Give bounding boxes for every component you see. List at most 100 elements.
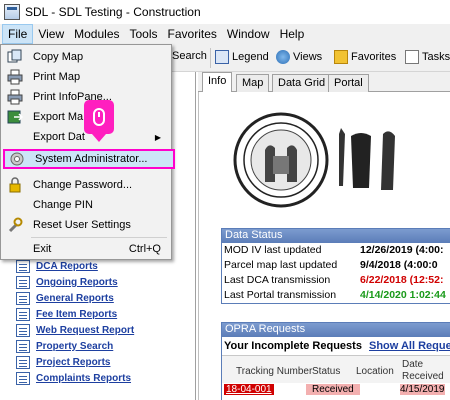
county-seal-image	[233, 112, 395, 208]
column-header[interactable]: Status	[312, 366, 340, 377]
table-row[interactable]: 18-04-001 Received 4/15/2019	[222, 383, 450, 397]
menu-item-label: Copy Map	[33, 51, 84, 63]
show-all-requests-link[interactable]: Show All Reques	[369, 340, 450, 352]
legend-button[interactable]: Legend	[215, 50, 269, 64]
toolbar-separator	[210, 48, 211, 68]
menu-item-label: Exit	[33, 243, 52, 255]
side-link-label: Complaints Reports	[36, 373, 132, 384]
opra-title: OPRA Requests	[222, 323, 450, 337]
menu-file[interactable]: File	[2, 24, 34, 44]
menu-favorites[interactable]: Favorites	[163, 24, 222, 44]
mouse-click-indicator-icon	[84, 100, 114, 142]
views-icon	[276, 50, 290, 64]
menu-item-copy-map[interactable]: Copy Map	[3, 47, 169, 67]
tab-map[interactable]: Map	[236, 74, 270, 92]
date-cell: 4/15/2019	[400, 384, 445, 395]
menu-item-label: Export Ma	[33, 111, 84, 123]
info-pane: Data Status MOD IV last updated 12/26/201…	[198, 92, 450, 400]
menu-item-label: Export Dat	[33, 131, 85, 143]
copy-map-icon	[7, 49, 23, 65]
favorites-label: Favorites	[351, 51, 397, 63]
opra-panel: OPRA Requests Your Incomplete Requests S…	[221, 322, 450, 400]
window-title: SDL - SDL Testing - Construction	[25, 5, 201, 19]
data-status-row: Parcel map last updated 9/4/2018 (4:00:0	[222, 258, 450, 273]
side-link-ongoing-reports[interactable]: Ongoing Reports	[16, 276, 118, 289]
data-status-value: 4/14/2020 1:02:44	[360, 289, 446, 301]
menu-item-label: Change PIN	[33, 199, 93, 211]
side-link-label: DCA Reports	[36, 261, 98, 272]
side-link-label: General Reports	[36, 293, 114, 304]
side-link-dca-reports[interactable]: DCA Reports	[16, 260, 98, 273]
report-icon	[16, 308, 30, 321]
mouse-icon	[93, 108, 105, 126]
tab-portal[interactable]: Portal	[328, 74, 369, 92]
side-link-property-search[interactable]: Property Search	[16, 340, 113, 353]
tasks-button[interactable]: Tasks	[405, 50, 450, 64]
tasks-icon	[405, 50, 419, 64]
column-header[interactable]: Date Received	[402, 359, 446, 383]
side-link-label: Project Reports	[36, 357, 111, 368]
menu-item-reset-user-settings[interactable]: Reset User Settings	[3, 215, 169, 235]
menu-window[interactable]: Window	[222, 24, 275, 44]
title-bar: SDL - SDL Testing - Construction	[0, 0, 450, 24]
wrench-icon	[7, 217, 23, 233]
data-status-label: MOD IV last updated	[224, 244, 322, 256]
menu-separator	[31, 237, 167, 238]
tracking-number-link[interactable]: 18-04-001	[224, 384, 274, 395]
legend-icon	[215, 50, 229, 64]
blank-icon	[7, 197, 23, 213]
submenu-arrow-icon: ▶	[154, 132, 161, 142]
data-status-row: MOD IV last updated 12/26/2019 (4:00:	[222, 243, 450, 258]
data-status-row: Last DCA transmission 6/22/2018 (12:52:	[222, 273, 450, 288]
menu-tools[interactable]: Tools	[125, 24, 163, 44]
data-status-label: Parcel map last updated	[224, 259, 338, 271]
blank-icon	[7, 241, 23, 257]
side-link-label: Web Request Report	[36, 325, 135, 336]
favorites-button[interactable]: Favorites	[334, 50, 396, 64]
menu-item-label: Change Password...	[33, 179, 133, 191]
data-status-label: Last DCA transmission	[224, 274, 331, 286]
column-header[interactable]: Tracking Number	[236, 366, 312, 377]
menu-view[interactable]: View	[33, 24, 69, 44]
menu-item-change-pin[interactable]: Change PIN	[3, 195, 169, 215]
search-label: Search	[172, 50, 207, 62]
menu-item-system-administrator[interactable]: System Administrator...	[3, 149, 175, 169]
menu-item-change-password[interactable]: Change Password...	[3, 175, 169, 195]
menu-help[interactable]: Help	[275, 24, 310, 44]
data-status-value: 9/4/2018 (4:00:0	[360, 259, 438, 271]
opra-table-header: Tracking Number Status Location Date Rec…	[222, 355, 450, 383]
opra-subtitle-row: Your Incomplete Requests Show All Reques	[222, 337, 450, 355]
menu-bar: File View Modules Tools Favorites Window…	[0, 24, 450, 44]
side-link-fee-item-reports[interactable]: Fee Item Reports	[16, 308, 117, 321]
side-link-web-request-report[interactable]: Web Request Report	[16, 324, 134, 337]
views-label: Views	[293, 51, 323, 63]
tab-data-grid[interactable]: Data Grid	[272, 74, 332, 92]
menu-item-label: Reset User Settings	[33, 219, 131, 231]
data-status-row: Last Portal transmission 4/14/2020 1:02:4…	[222, 288, 450, 303]
tab-info[interactable]: Info	[202, 72, 233, 93]
side-link-general-reports[interactable]: General Reports	[16, 292, 114, 305]
search-button[interactable]: Search	[172, 50, 207, 62]
report-icon	[16, 340, 30, 353]
export-icon	[7, 109, 24, 125]
legend-label: Legend	[232, 51, 269, 63]
menu-item-print-map[interactable]: Print Map	[3, 67, 169, 87]
report-icon	[16, 324, 30, 337]
column-header[interactable]: Location	[356, 366, 394, 377]
views-button[interactable]: Views	[276, 50, 322, 64]
print-icon	[7, 89, 23, 105]
menu-modules[interactable]: Modules	[69, 24, 124, 44]
report-icon	[16, 292, 30, 305]
favorites-icon	[334, 50, 348, 64]
tasks-label: Tasks	[422, 51, 450, 63]
menu-item-exit[interactable]: Exit Ctrl+Q	[3, 239, 169, 259]
menu-item-label: System Administrator...	[35, 153, 148, 165]
tab-strip: Info Map Data Grid Portal	[198, 72, 450, 93]
side-link-label: Ongoing Reports	[36, 277, 118, 288]
side-link-project-reports[interactable]: Project Reports	[16, 356, 110, 369]
menu-item-label: Print Map	[33, 71, 81, 83]
report-icon	[16, 372, 30, 385]
side-link-complaints-reports[interactable]: Complaints Reports	[16, 372, 131, 385]
report-icon	[16, 276, 30, 289]
data-status-panel: Data Status MOD IV last updated 12/26/201…	[221, 228, 450, 304]
